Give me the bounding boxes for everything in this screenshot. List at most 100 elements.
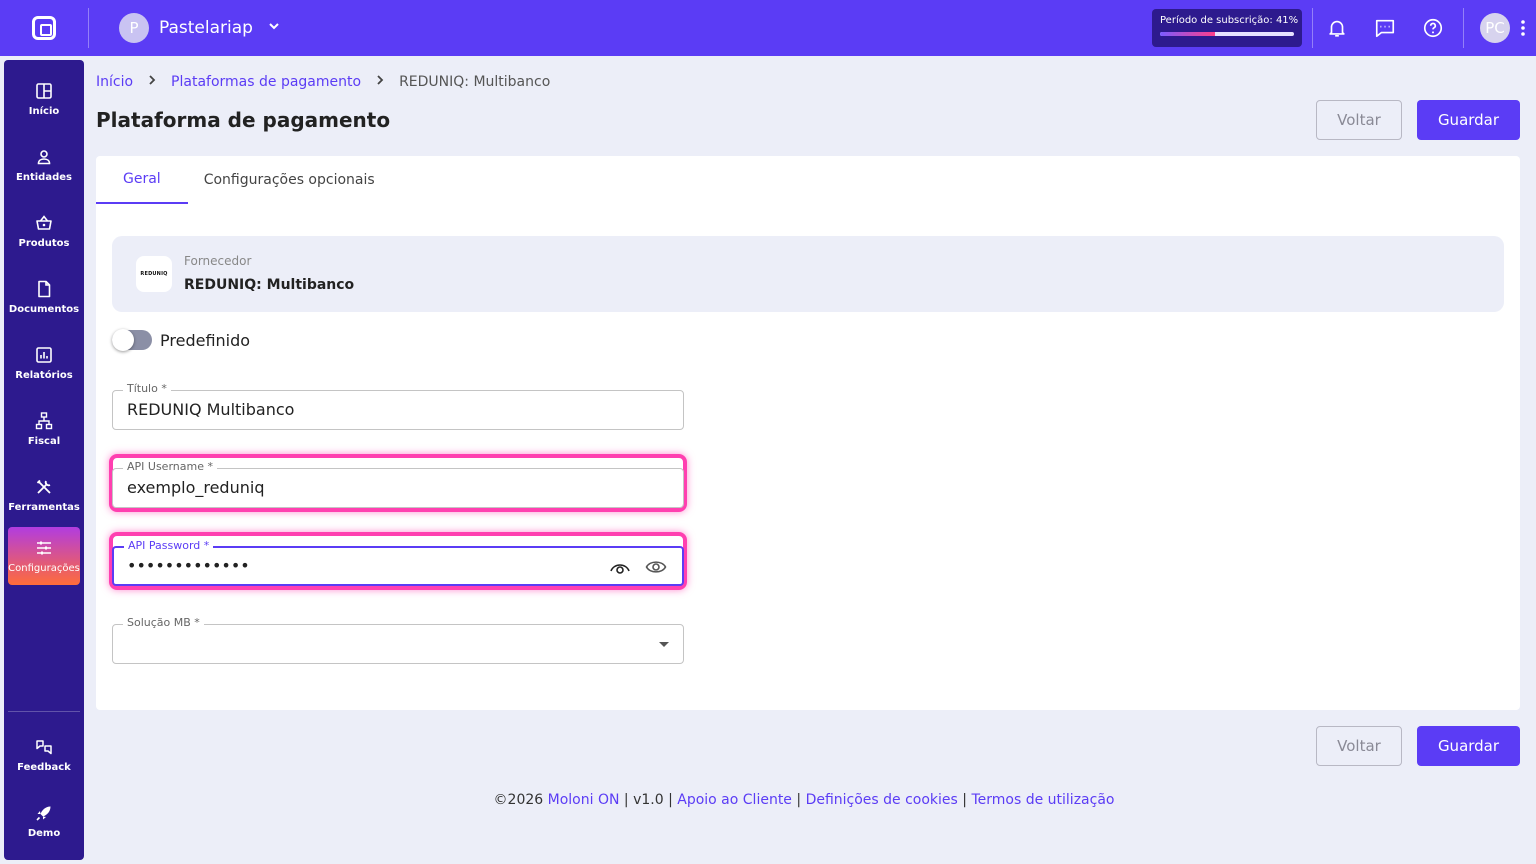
save-button-bottom[interactable]: Guardar [1417,726,1520,766]
basket-icon [36,214,52,230]
toggle-knob [112,329,134,351]
footer-cookies-link[interactable]: Definições de cookies [806,792,958,808]
sidebar: Início Entidades Produtos Documentos Rel… [4,60,84,860]
page-title: Plataforma de pagamento [96,108,391,132]
api-username-field[interactable]: API Username * [112,460,684,508]
footer-sep: | [796,792,802,808]
save-button-top[interactable]: Guardar [1417,100,1520,140]
solucao-mb-label: Solução MB * [123,616,204,629]
sidebar-label: Documentos [8,303,80,315]
default-toggle[interactable] [112,329,152,351]
title-field-label: Título * [123,382,171,395]
footer-sep: | [623,792,629,808]
title-field[interactable]: Título * [112,382,684,430]
app-logo[interactable] [0,0,88,56]
subscription-period[interactable]: Período de subscrição: 41% [1152,9,1302,47]
eye-closed-icon[interactable] [608,556,632,578]
title-input[interactable] [127,400,587,419]
sidebar-label: Produtos [18,237,70,249]
subscription-progress-fill [1160,32,1215,36]
api-password-label: API Password * [124,539,214,552]
tab-geral[interactable]: Geral [96,156,188,204]
back-button-top[interactable]: Voltar [1316,100,1402,140]
api-username-label: API Username * [123,460,217,473]
back-button-bottom[interactable]: Voltar [1316,726,1402,766]
company-selector[interactable]: P Pastelariap [119,13,281,43]
footer-terms-link[interactable]: Termos de utilização [971,792,1114,808]
subscription-label: Período de subscrição: 41% [1160,15,1299,26]
chevron-right-icon [147,74,157,90]
breadcrumb-current: REDUNIQ: Multibanco [399,74,551,90]
footer-sep: | [668,792,673,808]
top-bar: P Pastelariap Período de subscrição: 41%… [0,0,1536,56]
sidebar-label: Feedback [17,761,71,773]
api-username-input[interactable] [127,478,587,497]
sidebar-label: Demo [27,827,61,839]
footer-sep: | [962,792,968,808]
breadcrumb-parent[interactable]: Plataformas de pagamento [171,74,361,90]
sliders-icon [37,541,51,554]
eye-icon[interactable] [644,556,668,578]
sidebar-label: Fiscal [27,435,61,447]
footer-support-link[interactable]: Apoio ao Cliente [677,792,792,808]
footer-version: v1.0 [633,792,664,808]
default-toggle-label: Predefinido [160,330,251,350]
subscription-progress-bar [1160,32,1294,36]
messages-button[interactable] [1361,0,1409,56]
sidebar-item-fiscal[interactable]: Fiscal [8,400,80,458]
bell-icon [1329,20,1345,37]
sidebar-label: Relatórios [15,369,73,381]
footer-copyright: ©2026 [493,792,544,808]
sidebar-item-configuracoes[interactable]: Configurações [8,527,80,585]
more-menu-button[interactable] [1510,0,1536,56]
form-card: Geral Configurações opcionais REDUNIQ Fo… [96,156,1520,710]
sidebar-divider [8,711,80,712]
footer-brand-link[interactable]: Moloni ON [548,792,620,808]
chevron-right-icon [375,74,385,90]
solucao-mb-select[interactable]: Solução MB * [112,616,684,664]
sidebar-item-inicio[interactable]: Início [8,70,80,128]
chevron-down-icon [267,19,281,37]
sidebar-item-ferramentas[interactable]: Ferramentas [8,466,80,524]
api-password-field[interactable]: API Password * [112,539,684,586]
document-icon [38,280,51,297]
hierarchy-icon [35,411,53,429]
sidebar-item-feedback[interactable]: Feedback [8,726,80,784]
sidebar-label: Configurações [8,562,80,574]
tabs: Geral Configurações opcionais [96,156,402,204]
sidebar-item-relatorios[interactable]: Relatórios [8,334,80,392]
feedback-icon [36,739,52,754]
dashboard-icon [36,82,52,99]
default-toggle-row: Predefinido [112,329,251,351]
top-divider-user [1463,8,1464,48]
tools-icon [36,479,51,494]
tab-configuracoes-opcionais[interactable]: Configurações opcionais [188,156,402,204]
sidebar-item-documentos[interactable]: Documentos [8,268,80,326]
sidebar-label: Início [28,105,60,117]
top-divider [88,8,89,48]
logo-icon [32,16,56,40]
sidebar-item-entidades[interactable]: Entidades [8,136,80,194]
user-avatar[interactable]: PC [1480,13,1510,43]
company-name: Pastelariap [159,18,253,38]
provider-label: Fornecedor [184,254,252,268]
chart-icon [36,346,52,363]
help-button[interactable] [1409,0,1457,56]
user-icon [37,149,51,164]
kebab-icon [1521,20,1525,36]
provider-name: REDUNIQ: Multibanco [184,277,355,293]
help-icon [1423,18,1443,38]
api-password-input[interactable] [127,556,587,575]
provider-logo: REDUNIQ [136,256,172,292]
chat-icon [1375,19,1395,38]
dropdown-arrow-icon [659,642,669,647]
notifications-button[interactable] [1313,0,1361,56]
breadcrumb-home[interactable]: Início [96,74,133,90]
breadcrumb: Início Plataformas de pagamento REDUNIQ:… [96,74,550,90]
sidebar-label: Entidades [16,171,72,183]
sidebar-item-produtos[interactable]: Produtos [8,202,80,260]
sidebar-label: Ferramentas [8,501,80,513]
footer: ©2026 Moloni ON | v1.0 | Apoio ao Client… [0,792,1536,808]
company-avatar: P [119,13,149,43]
provider-box: REDUNIQ Fornecedor REDUNIQ: Multibanco [112,236,1504,312]
